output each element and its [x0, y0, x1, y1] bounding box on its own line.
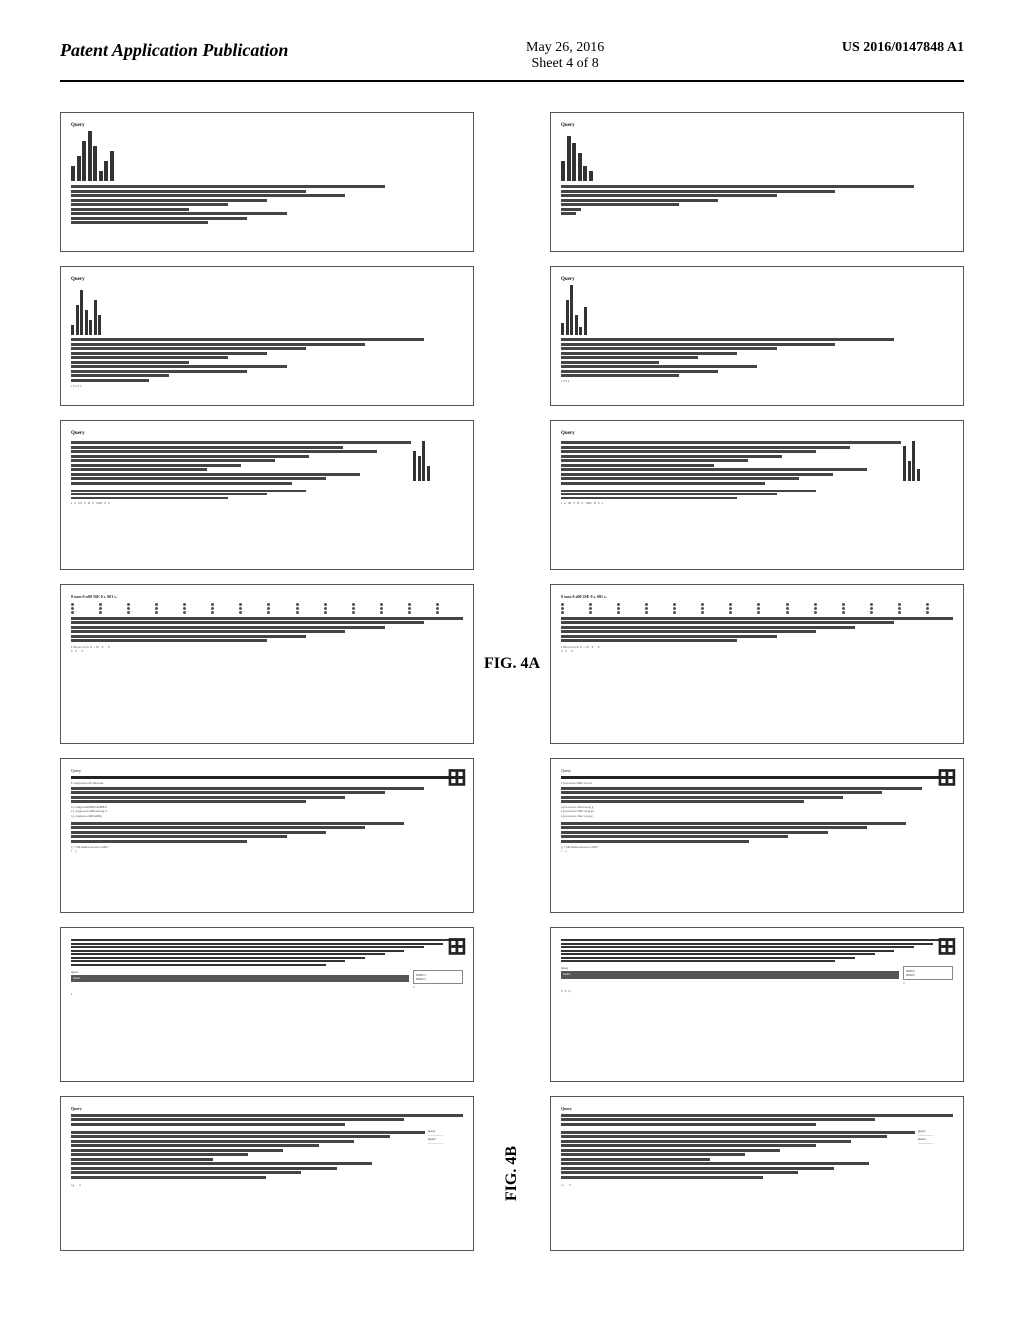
hash-symbol-left-6: ⊞ [447, 932, 467, 961]
panel-1-right: Query [550, 112, 964, 252]
panel-4-right: 0 ooos 0 a00 3SE 0 s. 001 s. [550, 584, 964, 744]
hash-symbol-left-5: ⊞ [447, 763, 467, 792]
panel-1-left: Query [60, 112, 474, 252]
publication-title: Patent Application Publication [60, 40, 288, 61]
figure-row-5: ⊞ Query I coogoooos s s0 conooons n ( co… [60, 758, 964, 913]
figure-row-2: Query [60, 266, 964, 406]
hash-symbol-right-5: ⊞ [937, 763, 957, 792]
fig4b-container: FIG. 4B [482, 1146, 542, 1201]
fig4b-label: FIG. 4B [503, 1146, 521, 1201]
panel-5-left: ⊞ Query I coogoooos s s0 conooons n ( co… [60, 758, 474, 913]
figure-row-6: ⊞ Query Select [60, 927, 964, 1082]
panel-6-right: ⊞ Query Select [550, 927, 964, 1082]
panel-2-right: Query [550, 266, 964, 406]
fig4a-label: FIG. 4A [484, 655, 540, 673]
figure-row-3: Query [60, 420, 964, 570]
panel-3-left: Query [60, 420, 474, 570]
panel-4-left: 0 ooos 0 u00 3SE 0 s. 001 s. [60, 584, 474, 744]
patent-number: US 2016/0147848 A1 [842, 40, 964, 56]
hash-symbol-right-6: ⊞ [937, 932, 957, 961]
fig-label-area: FIG. 4A [482, 655, 542, 673]
panel-2-left: Query [60, 266, 474, 406]
page-container: Patent Application Publication May 26, 2… [0, 0, 1024, 1320]
figure-row-7: Query [60, 1096, 964, 1251]
figure-row-1: Query [60, 112, 964, 252]
panel-5-right: ⊞ Query I (ooooooos c3s0c oooo 0 n (oooo… [550, 758, 964, 913]
figure-row-4: 0 ooos 0 u00 3SE 0 s. 001 s. [60, 584, 964, 744]
sheet: Sheet 4 of 8 [526, 56, 604, 72]
date-sheet: May 26, 2016 Sheet 4 of 8 [526, 40, 604, 72]
panel-6-left: ⊞ Query Select [60, 927, 474, 1082]
panel-7-left: Query [60, 1096, 474, 1251]
panel-3-right: Query [550, 420, 964, 570]
date: May 26, 2016 [526, 40, 604, 56]
page-header: Patent Application Publication May 26, 2… [60, 40, 964, 82]
panel-7-right: Query [550, 1096, 964, 1251]
